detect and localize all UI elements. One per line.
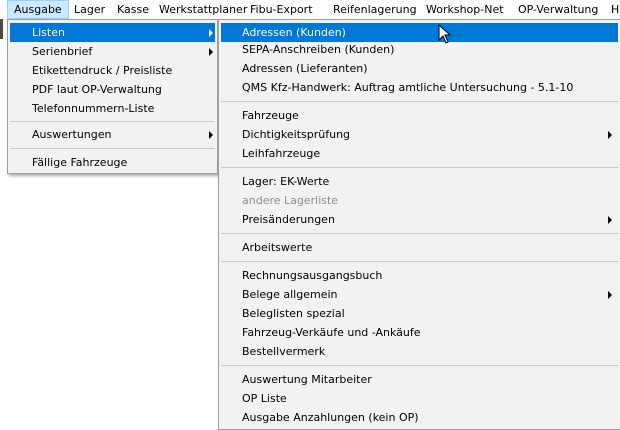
menu-item-leihfahrzeuge[interactable]: Leihfahrzeuge (221, 144, 618, 163)
menu-item-dichtigkeitspruefung[interactable]: Dichtigkeitsprüfung (221, 125, 618, 144)
menu-separator (221, 167, 618, 168)
mouse-pointer-icon (438, 24, 452, 44)
menu-item-label: Bestellvermerk (242, 345, 326, 358)
menu-item-label: SEPA-Anschreiben (Kunden) (242, 43, 395, 56)
menu-item-label: PDF laut OP-Verwaltung (32, 83, 162, 96)
menu-ausgabe[interactable]: Ausgabe (7, 0, 69, 19)
menu-item-faellige-fahrzeuge[interactable]: Fällige Fahrzeuge (10, 153, 215, 172)
menu-item-fahrzeuge[interactable]: Fahrzeuge (221, 106, 618, 125)
menu-item-label: Auswertung Mitarbeiter (242, 373, 372, 386)
menu-item-beleglisten-spezial[interactable]: Beleglisten spezial (221, 304, 618, 323)
menu-item-preisaenderungen[interactable]: Preisänderungen (221, 210, 618, 229)
menu-item-belege-allgemein[interactable]: Belege allgemein (221, 285, 618, 304)
menu-item-label: Fahrzeuge (242, 109, 299, 122)
submenu-arrow-icon (209, 131, 213, 139)
menu-separator (221, 365, 618, 366)
menu-item-fahrzeug-verkaeufe[interactable]: Fahrzeug-Verkäufe und -Ankäufe (221, 323, 618, 342)
menu-item-serienbrief[interactable]: Serienbrief (10, 42, 215, 61)
menu-item-label: Etikettendruck / Preisliste (32, 64, 173, 77)
ausgabe-dropdown: Listen Serienbrief Etikettendruck / Prei… (7, 19, 218, 174)
menu-kasse[interactable]: Kasse (111, 0, 155, 19)
menu-item-label: Adressen (Lieferanten) (242, 62, 368, 75)
menu-workshop-net[interactable]: Workshop-Net (420, 0, 510, 19)
menu-item-label: Fällige Fahrzeuge (32, 156, 128, 169)
menu-fibu-export[interactable]: Fibu-Export (244, 0, 319, 19)
menu-item-telefonnummern[interactable]: Telefonnummern-Liste (10, 99, 215, 118)
menu-item-adressen-lieferanten[interactable]: Adressen (Lieferanten) (221, 59, 618, 78)
menu-item-label: Lager: EK-Werte (242, 175, 330, 188)
menu-item-label: Beleglisten spezial (242, 307, 345, 320)
submenu-arrow-icon (209, 48, 213, 56)
menu-item-label: Rechnungsausgangsbuch (242, 269, 383, 282)
menu-item-label: Leihfahrzeuge (242, 147, 321, 160)
menu-item-arbeitswerte[interactable]: Arbeitswerte (221, 238, 618, 257)
listen-submenu: Adressen (Kunden) SEPA-Anschreiben (Kund… (218, 19, 620, 430)
menu-item-label: Listen (32, 26, 65, 39)
menu-separator (10, 121, 215, 122)
menu-item-label: QMS Kfz-Handwerk: Auftrag amtliche Unter… (242, 81, 574, 94)
submenu-arrow-icon (209, 29, 213, 37)
menu-item-label: Preisänderungen (242, 213, 335, 226)
menu-item-bestellvermerk[interactable]: Bestellvermerk (221, 342, 618, 361)
menu-separator (221, 261, 618, 262)
menu-bar: Ausgabe Lager Kasse Werkstattplaner Fibu… (0, 0, 620, 20)
menu-item-label: Dichtigkeitsprüfung (242, 128, 351, 141)
menu-reifenlagerung[interactable]: Reifenlagerung (327, 0, 423, 19)
menu-separator (10, 148, 215, 149)
menu-item-label: Telefonnummern-Liste (32, 102, 155, 115)
menu-item-lager-ek-werte[interactable]: Lager: EK-Werte (221, 172, 618, 191)
menu-lager[interactable]: Lager (68, 0, 111, 19)
menu-item-label: Auswertungen (32, 128, 112, 141)
menu-op-verwaltung[interactable]: OP-Verwaltung (512, 0, 604, 19)
menu-item-qms[interactable]: QMS Kfz-Handwerk: Auftrag amtliche Unter… (221, 78, 618, 97)
menu-item-pdf-op[interactable]: PDF laut OP-Verwaltung (10, 80, 215, 99)
menu-h[interactable]: H (605, 0, 620, 19)
menu-item-rechnungsausgangsbuch[interactable]: Rechnungsausgangsbuch (221, 266, 618, 285)
menu-item-auswertung-mitarbeiter[interactable]: Auswertung Mitarbeiter (221, 370, 618, 389)
window-edge (0, 19, 3, 39)
menu-item-sepa-anschreiben[interactable]: SEPA-Anschreiben (Kunden) (221, 40, 618, 59)
submenu-arrow-icon (608, 291, 612, 299)
menu-item-listen[interactable]: Listen (10, 23, 215, 42)
menu-item-label: Ausgabe Anzahlungen (kein OP) (242, 411, 419, 424)
menu-separator (221, 233, 618, 234)
menu-item-label: Arbeitswerte (242, 241, 313, 254)
menu-separator (221, 101, 618, 102)
menu-item-label: Belege allgemein (242, 288, 338, 301)
menu-item-ausgabe-anzahlungen[interactable]: Ausgabe Anzahlungen (kein OP) (221, 408, 618, 427)
submenu-arrow-icon (608, 131, 612, 139)
menu-item-label: OP Liste (242, 392, 287, 405)
menu-item-etikettendruck[interactable]: Etikettendruck / Preisliste (10, 61, 215, 80)
menu-item-label: Fahrzeug-Verkäufe und -Ankäufe (242, 326, 421, 339)
menu-werkstattplaner[interactable]: Werkstattplaner (153, 0, 253, 19)
menu-item-auswertungen[interactable]: Auswertungen (10, 125, 215, 144)
menu-item-label: andere Lagerliste (242, 194, 339, 207)
menu-item-andere-lagerliste: andere Lagerliste (221, 191, 618, 210)
menu-item-op-liste[interactable]: OP Liste (221, 389, 618, 408)
submenu-arrow-icon (608, 216, 612, 224)
menu-item-label: Serienbrief (32, 45, 93, 58)
